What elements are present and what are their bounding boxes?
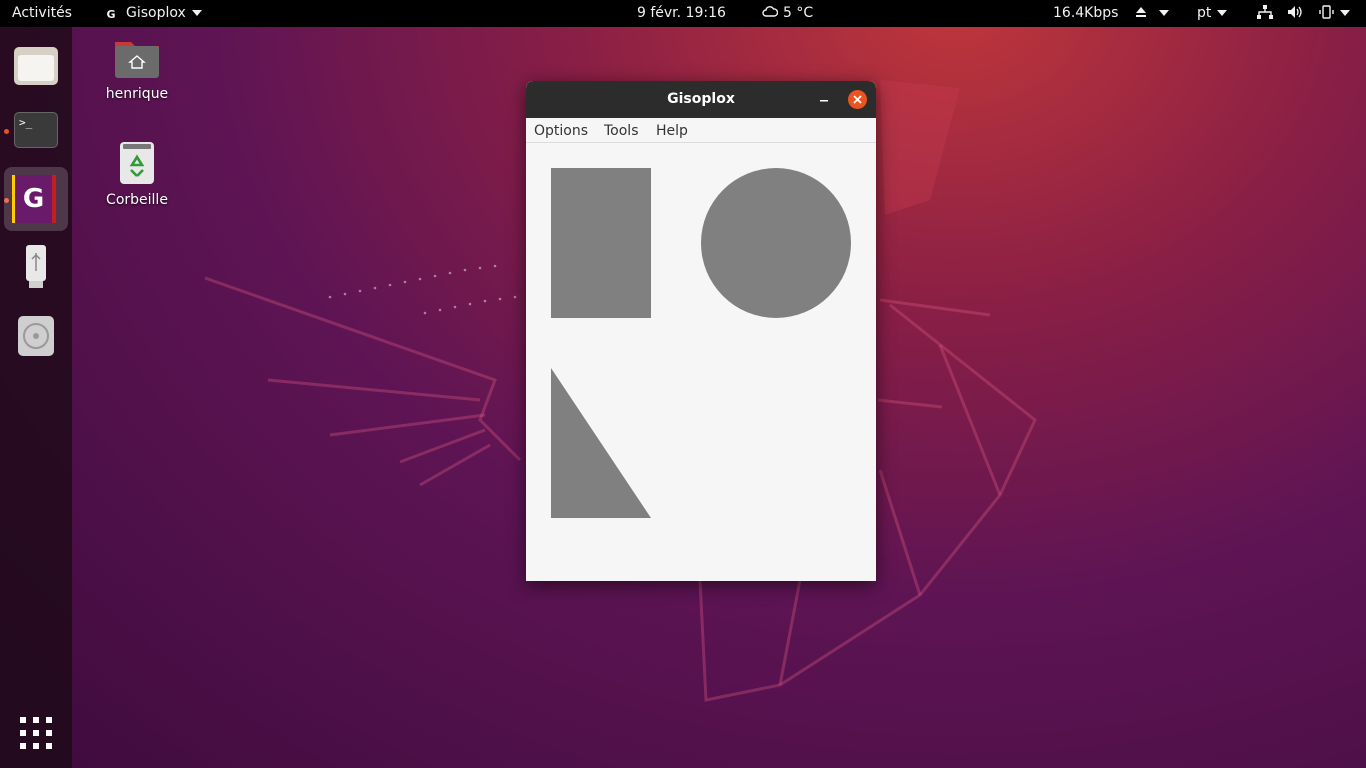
desktop-home-label: henrique <box>105 86 169 102</box>
close-icon <box>853 95 862 104</box>
activities-button[interactable]: Activités <box>12 5 72 21</box>
app-grid-icon <box>20 717 52 749</box>
dock-gisoplox[interactable]: G <box>4 167 68 231</box>
disc-icon <box>18 316 54 356</box>
language-label: pt <box>1197 5 1212 21</box>
gisoplox-window: Gisoplox Options Tools Help <box>526 81 876 581</box>
trash-icon <box>120 142 154 184</box>
weather-temp: 5 °C <box>783 5 814 21</box>
usb-drive-icon <box>26 245 46 288</box>
chevron-down-icon <box>1339 10 1350 16</box>
volume-icon <box>1288 6 1303 18</box>
eject-icon <box>1136 7 1146 17</box>
dock-files[interactable] <box>4 35 68 99</box>
minimize-button[interactable] <box>814 89 834 109</box>
gisoplox-app-icon: G <box>12 175 56 223</box>
chevron-down-icon <box>1217 10 1228 16</box>
show-applications-button[interactable] <box>20 717 52 749</box>
system-menu[interactable] <box>1257 5 1350 21</box>
top-bar: Activités G Gisoplox 9 févr. 19:16 5 °C 1… <box>0 0 1366 27</box>
drawing-canvas[interactable] <box>526 143 876 581</box>
home-folder-icon <box>115 42 159 78</box>
gray-rectangle <box>551 168 651 318</box>
terminal-icon: >_ <box>14 112 58 148</box>
desktop-home-folder[interactable]: henrique <box>92 36 182 102</box>
menu-help[interactable]: Help <box>656 123 688 139</box>
network-wired-icon <box>1257 5 1273 19</box>
weather-indicator[interactable]: 5 °C <box>762 5 813 21</box>
eject-menu[interactable] <box>1135 5 1169 21</box>
weather-cloud-icon <box>762 6 779 17</box>
app-menu-button[interactable]: G Gisoplox <box>104 5 202 22</box>
desktop-trash-label: Corbeille <box>106 192 168 208</box>
dock-usb-drive[interactable] <box>4 235 68 299</box>
dock-disc[interactable] <box>4 304 68 368</box>
menu-tools[interactable]: Tools <box>604 123 639 139</box>
menu-options[interactable]: Options <box>534 123 588 139</box>
files-folder-icon <box>14 47 58 85</box>
app-menu-label: Gisoplox <box>126 5 186 21</box>
dock: >_ G <box>0 27 72 768</box>
gisoplox-app-icon: G <box>106 8 116 21</box>
menu-bar: Options Tools Help <box>526 118 876 143</box>
gray-circle <box>701 168 851 318</box>
dock-terminal[interactable]: >_ <box>4 99 68 163</box>
desktop-trash[interactable]: Corbeille <box>92 140 182 208</box>
gray-triangle <box>551 368 651 518</box>
minimize-icon <box>820 100 828 102</box>
close-button[interactable] <box>848 90 867 109</box>
power-icon <box>1319 5 1334 19</box>
network-speed[interactable]: 16.4Kbps <box>1053 5 1118 21</box>
window-titlebar[interactable]: Gisoplox <box>526 81 876 118</box>
language-selector[interactable]: pt <box>1197 5 1228 21</box>
chevron-down-icon <box>1159 10 1169 16</box>
chevron-down-icon <box>191 10 202 16</box>
clock[interactable]: 9 févr. 19:16 <box>637 5 726 21</box>
